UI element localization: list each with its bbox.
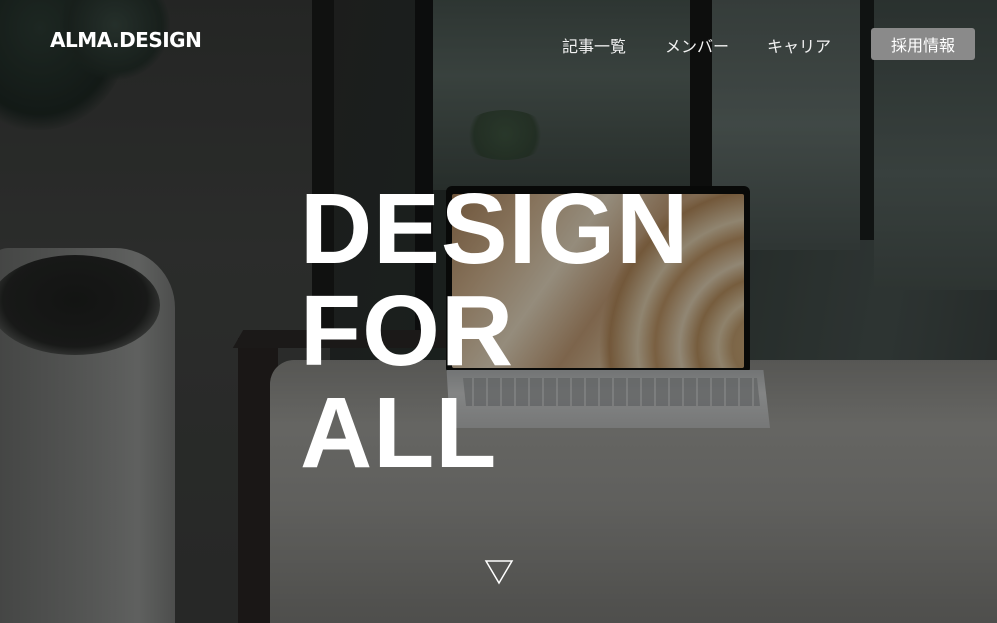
hero-headline: DESIGN FOR ALL bbox=[300, 178, 689, 484]
site-logo[interactable]: ALMA.DESIGN bbox=[50, 28, 202, 52]
nav-item-articles[interactable]: 記事一覧 bbox=[562, 33, 626, 57]
nav-item-career[interactable]: キャリア bbox=[767, 33, 831, 57]
headline-line-1: DESIGN bbox=[300, 173, 690, 285]
recruit-button[interactable]: 採用情報 bbox=[871, 28, 975, 60]
headline-line-3: ALL bbox=[300, 377, 498, 489]
hero-section: ALMA.DESIGN 記事一覧 メンバー キャリア 採用情報 DESIGN F… bbox=[0, 0, 997, 623]
nav-item-members[interactable]: メンバー bbox=[665, 33, 729, 57]
site-header: ALMA.DESIGN 記事一覧 メンバー キャリア 採用情報 bbox=[0, 0, 997, 90]
triangle-down-outline-icon[interactable] bbox=[484, 558, 514, 586]
headline-line-2: FOR bbox=[300, 275, 515, 387]
